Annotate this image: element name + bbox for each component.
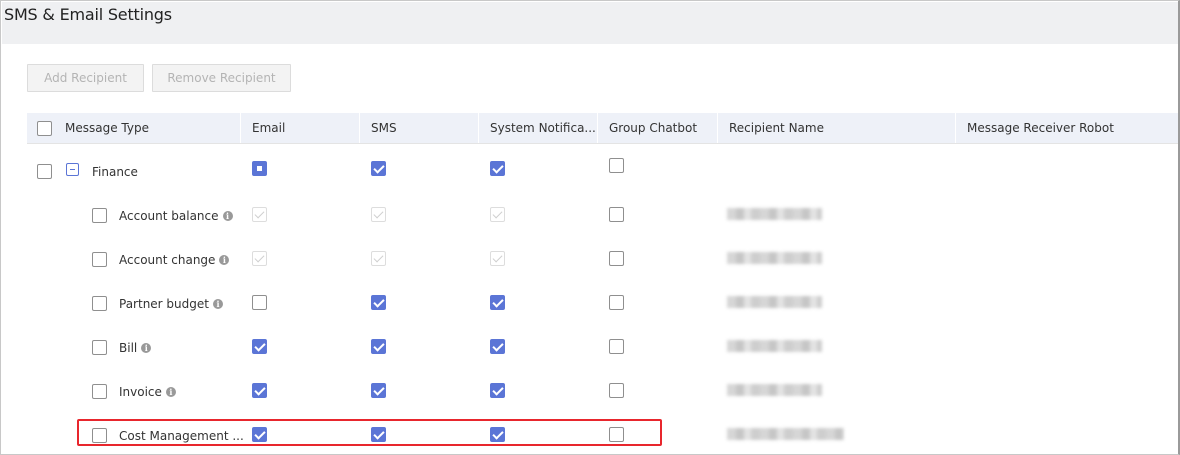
group-finance-system-checkbox[interactable] bbox=[490, 161, 505, 176]
system-checkbox bbox=[490, 207, 505, 222]
group-finance-label: Finance bbox=[92, 165, 138, 179]
chatbot-checkbox[interactable] bbox=[609, 207, 624, 222]
table-row: Bill i bbox=[27, 324, 1178, 369]
email-checkbox bbox=[252, 251, 267, 266]
remove-recipient-button[interactable]: Remove Recipient bbox=[152, 64, 291, 92]
email-checkbox[interactable] bbox=[252, 339, 267, 354]
recipient-name-redacted bbox=[727, 208, 822, 220]
group-finance-sms-checkbox[interactable] bbox=[371, 161, 386, 176]
system-checkbox[interactable] bbox=[490, 295, 505, 310]
email-checkbox[interactable] bbox=[252, 295, 267, 310]
recipient-name-redacted bbox=[727, 384, 822, 396]
chatbot-checkbox[interactable] bbox=[609, 383, 624, 398]
row-select-checkbox[interactable] bbox=[92, 384, 107, 399]
message-type-label: Bill i bbox=[119, 341, 152, 355]
column-header-group-chatbot: Group Chatbot bbox=[609, 121, 698, 135]
message-type-label: Invoice i bbox=[119, 385, 176, 399]
group-finance-chatbot-checkbox[interactable] bbox=[609, 158, 624, 173]
recipient-name-redacted bbox=[727, 252, 822, 264]
info-icon[interactable]: i bbox=[141, 343, 152, 353]
row-select-checkbox[interactable] bbox=[92, 252, 107, 267]
select-all-checkbox[interactable] bbox=[37, 121, 52, 136]
highlight-box bbox=[77, 419, 662, 446]
sms-checkbox[interactable] bbox=[371, 383, 386, 398]
chatbot-checkbox[interactable] bbox=[609, 295, 624, 310]
group-finance-email-checkbox[interactable] bbox=[252, 161, 267, 176]
row-select-checkbox[interactable] bbox=[92, 296, 107, 311]
settings-panel: SMS & Email Settings Add Recipient Remov… bbox=[0, 0, 1180, 455]
recipient-name-redacted bbox=[727, 296, 822, 308]
table-header: Message Type Email SMS System Notifica..… bbox=[27, 113, 1178, 144]
table-row: Account balance i bbox=[27, 192, 1178, 237]
recipient-name-redacted bbox=[727, 340, 822, 352]
chatbot-checkbox[interactable] bbox=[609, 251, 624, 266]
info-icon[interactable]: i bbox=[222, 211, 233, 221]
sms-checkbox bbox=[371, 207, 386, 222]
email-checkbox bbox=[252, 207, 267, 222]
info-icon[interactable]: i bbox=[219, 255, 230, 265]
email-checkbox[interactable] bbox=[252, 383, 267, 398]
info-icon[interactable]: i bbox=[165, 387, 176, 397]
chatbot-checkbox[interactable] bbox=[609, 339, 624, 354]
page-title: SMS & Email Settings bbox=[4, 5, 172, 24]
sms-checkbox bbox=[371, 251, 386, 266]
system-checkbox bbox=[490, 251, 505, 266]
column-header-message-receiver-robot: Message Receiver Robot bbox=[967, 121, 1114, 135]
column-header-system-notification[interactable]: System Notifica... bbox=[490, 113, 596, 143]
table-row-group-finance: Finance bbox=[27, 148, 1178, 193]
sms-checkbox[interactable] bbox=[371, 295, 386, 310]
column-header-email: Email bbox=[252, 121, 286, 135]
title-bar: SMS & Email Settings bbox=[2, 2, 1178, 44]
table-row: Invoice i bbox=[27, 368, 1178, 413]
system-checkbox[interactable] bbox=[490, 339, 505, 354]
group-finance-checkbox[interactable] bbox=[37, 164, 52, 179]
table-row: Account change i bbox=[27, 236, 1178, 281]
system-checkbox[interactable] bbox=[490, 383, 505, 398]
sms-checkbox[interactable] bbox=[371, 339, 386, 354]
add-recipient-button[interactable]: Add Recipient bbox=[27, 64, 144, 92]
column-header-sms: SMS bbox=[371, 121, 397, 135]
row-select-checkbox[interactable] bbox=[92, 208, 107, 223]
collapse-icon[interactable] bbox=[66, 163, 79, 176]
message-type-label: Partner budget i bbox=[119, 297, 223, 311]
column-header-recipient-name: Recipient Name bbox=[729, 121, 824, 135]
info-icon[interactable]: i bbox=[212, 299, 223, 309]
recipient-name-redacted bbox=[727, 428, 844, 440]
message-type-label: Account balance i bbox=[119, 209, 233, 223]
message-type-label: Account change i bbox=[119, 253, 230, 267]
table-row: Partner budget i bbox=[27, 280, 1178, 325]
column-header-message-type: Message Type bbox=[65, 121, 149, 135]
row-select-checkbox[interactable] bbox=[92, 340, 107, 355]
